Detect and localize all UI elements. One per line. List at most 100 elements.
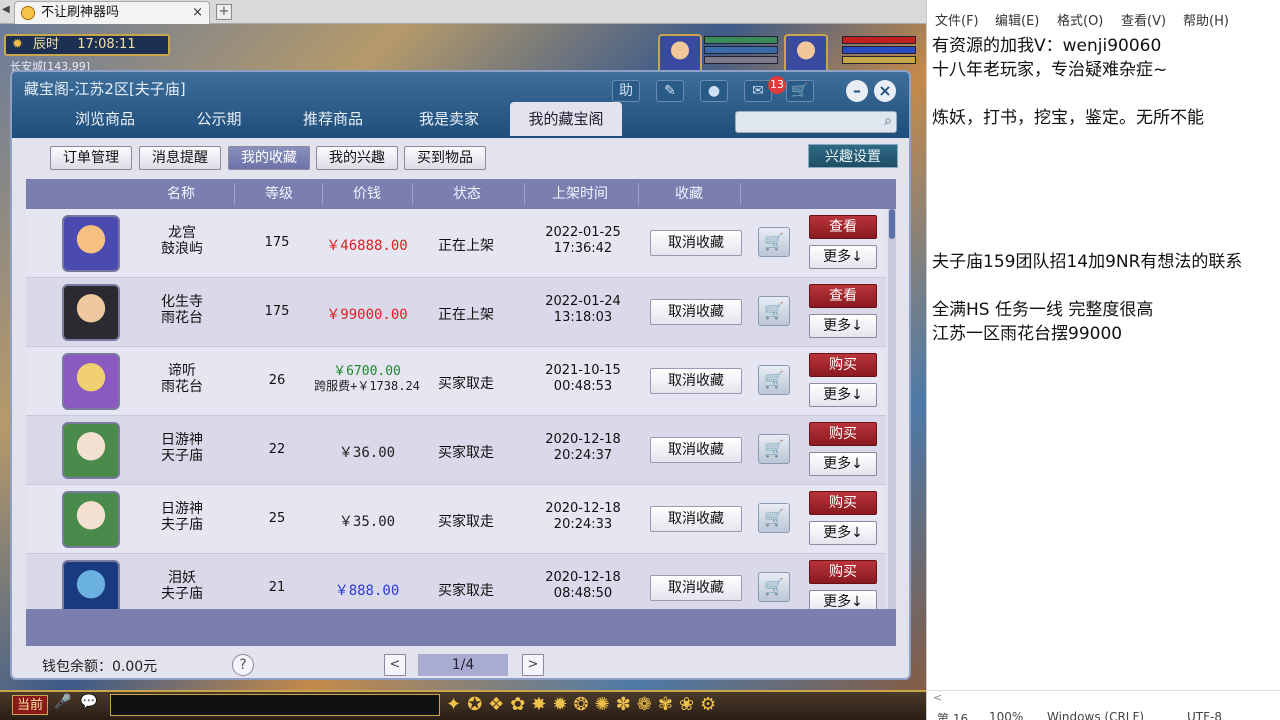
item-avatar[interactable] [62,422,120,479]
item-avatar[interactable] [62,215,120,272]
next-page-button[interactable]: > [522,654,544,676]
unfavorite-button[interactable]: 取消收藏 [650,506,742,532]
edit-icon[interactable]: ✎ [656,80,684,102]
chat-bubble-icon[interactable]: 💬 [80,694,102,714]
item-price: ￥99000.00 [312,304,422,324]
more-button[interactable]: 更多↓ [809,245,877,269]
item-price-value: ￥888.00 [334,583,400,599]
unfavorite-button[interactable]: 取消收藏 [650,437,742,463]
search-icon[interactable]: ⌕ [884,113,892,129]
item-action-button[interactable]: 购买 [809,422,877,446]
chat-input[interactable] [110,694,440,716]
shopping-cart-icon[interactable]: 🛒 [786,80,814,102]
item-server: 天子庙 [161,448,203,464]
item-action-button[interactable]: 查看 [809,215,877,239]
menu-view[interactable]: 查看(V) [1121,10,1166,29]
item-listed-time: 2020-12-18 20:24:37 [528,432,638,464]
unfavorite-button[interactable]: 取消收藏 [650,368,742,394]
unfavorite-button[interactable]: 取消收藏 [650,575,742,601]
game-toolbar-icons[interactable]: ✦✪❖✿✸✹❂✺✽❁✾❀⚙ [446,690,916,720]
horizontal-scrollbar[interactable]: < [927,690,1280,708]
interest-settings-button[interactable]: 兴趣设置 [808,144,898,168]
player-portrait[interactable] [784,34,828,74]
menu-help[interactable]: 帮助(H) [1183,10,1229,29]
notepad-text-area[interactable]: 有资源的加我V：wenji90060 十八年老玩家，专治疑难杂症~ 炼妖，打书，… [932,34,1277,346]
more-button[interactable]: 更多↓ [809,452,877,476]
status-encoding: UTF-8 [1187,710,1222,720]
item-server: 夫子庙 [161,517,203,533]
order-management-button[interactable]: 订单管理 [50,146,132,170]
item-listed-time: 2022-01-25 17:36:42 [528,225,638,257]
tab-browse[interactable]: 浏览商品 [48,102,162,136]
unfavorite-button[interactable]: 取消收藏 [650,299,742,325]
prev-page-button[interactable]: < [384,654,406,676]
close-tab-icon[interactable]: × [192,2,203,24]
tab-recommend[interactable]: 推荐商品 [276,102,390,136]
table-row[interactable]: 龙宫 鼓浪屿 175 ￥46888.00 正在上架 2022-01-25 17:36:42 取… [26,209,886,278]
more-button[interactable]: 更多↓ [809,521,877,545]
item-status: 买家取走 [438,376,494,392]
add-to-cart-icon[interactable]: 🛒 [758,227,790,257]
message-reminder-button[interactable]: 消息提醒 [139,146,221,170]
add-to-cart-icon[interactable]: 🛒 [758,365,790,395]
help-assistant-button[interactable]: 助 [612,80,640,102]
item-school: 谛听 [168,363,196,379]
table-scrollbar[interactable] [888,209,896,609]
menu-file[interactable]: 文件(F) [935,10,979,29]
add-to-cart-icon[interactable]: 🛒 [758,572,790,602]
more-button[interactable]: 更多↓ [809,590,877,609]
tab-my-pavilion[interactable]: 我的藏宝阁 [510,102,622,136]
item-avatar[interactable] [62,353,120,410]
tab-seller[interactable]: 我是卖家 [390,102,508,136]
item-avatar[interactable] [62,491,120,548]
item-name: 龙宫 鼓浪屿 [152,225,212,257]
tab-scroll-left-icon[interactable]: ◀ [2,4,12,20]
item-action-button[interactable]: 购买 [809,560,877,584]
item-name: 日游神 天子庙 [152,432,212,464]
new-tab-button[interactable]: + [216,4,232,20]
help-icon[interactable]: ? [232,654,254,676]
my-favorites-button[interactable]: 我的收藏 [228,146,310,170]
add-to-cart-icon[interactable]: 🛒 [758,296,790,326]
item-name: 化生寺 雨花台 [152,294,212,326]
chat-channel-button[interactable]: 当前 [12,695,48,715]
tab-public[interactable]: 公示期 [162,102,276,136]
notepad-window: 文件(F) 编辑(E) 格式(O) 查看(V) 帮助(H) 有资源的加我V：we… [926,0,1280,720]
menu-edit[interactable]: 编辑(E) [995,10,1039,29]
menu-format[interactable]: 格式(O) [1057,10,1103,29]
purchased-items-button[interactable]: 买到物品 [404,146,486,170]
item-action-button[interactable]: 购买 [809,353,877,377]
item-school: 泪妖 [168,570,196,586]
item-action-button[interactable]: 购买 [809,491,877,515]
unfavorite-button[interactable]: 取消收藏 [650,230,742,256]
more-button[interactable]: 更多↓ [809,314,877,338]
search-input[interactable]: ⌕ [735,111,897,133]
item-price: ￥36.00 [312,442,422,462]
scrollbar-thumb[interactable] [889,209,895,239]
panel-title: 藏宝阁-江苏2区[夫子庙] [24,80,186,98]
time-value: 17:08:11 [77,37,136,52]
gear-icon[interactable]: ✹ [12,37,23,52]
close-button[interactable]: × [874,80,896,102]
scroll-left-icon[interactable]: < [933,691,942,704]
browser-tab[interactable]: 不让刷神器吗 × [14,1,210,24]
add-to-cart-icon[interactable]: 🛒 [758,503,790,533]
minimize-button[interactable]: – [846,80,868,102]
item-action-button[interactable]: 查看 [809,284,877,308]
my-interests-button[interactable]: 我的兴趣 [316,146,398,170]
microphone-icon[interactable]: 🎤 [54,694,72,714]
pet-portrait[interactable] [658,34,702,74]
table-row[interactable]: 泪妖 夫子庙 21 ￥888.00 买家取走 2020-12-18 08:48:50 取消收藏… [26,554,886,609]
item-avatar[interactable] [62,560,120,609]
table-row[interactable]: 日游神 夫子庙 25 ￥35.00 买家取走 2020-12-18 20:24:33 取消收藏… [26,485,886,554]
table-row[interactable]: 日游神 天子庙 22 ￥36.00 买家取走 2020-12-18 20:24:37 取消收藏… [26,416,886,485]
item-price: ￥6700.00 跨服费+￥1738.24 [312,365,422,394]
table-row[interactable]: 化生寺 雨花台 175 ￥99000.00 正在上架 2022-01-24 13:18:03… [26,278,886,347]
item-level: 26 [268,373,286,388]
item-server: 夫子庙 [161,586,203,602]
record-icon[interactable]: ● [700,80,728,102]
table-row[interactable]: 谛听 雨花台 26 ￥6700.00 跨服费+￥1738.24 买家取走 2021-10-1… [26,347,886,416]
add-to-cart-icon[interactable]: 🛒 [758,434,790,464]
more-button[interactable]: 更多↓ [809,383,877,407]
item-avatar[interactable] [62,284,120,341]
